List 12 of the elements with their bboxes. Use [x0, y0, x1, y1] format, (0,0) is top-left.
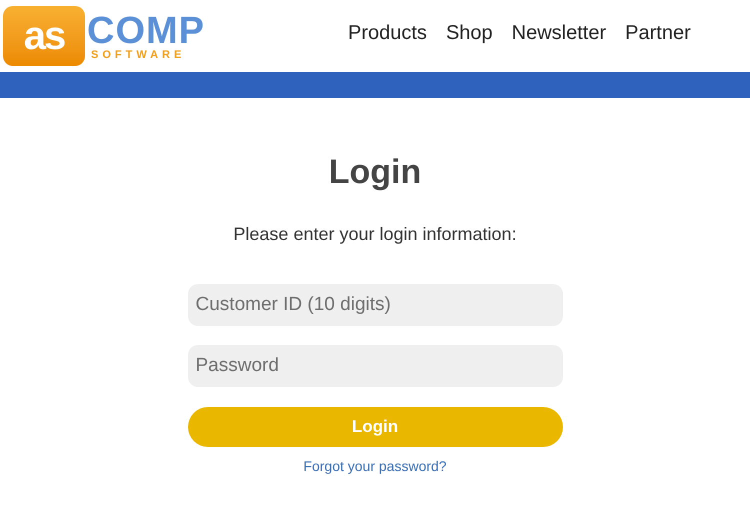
nav-link[interactable]: Products	[348, 18, 427, 48]
nav-link[interactable]: Shop	[446, 18, 493, 48]
input-field[interactable]: Customer ID (10 digits)	[188, 284, 562, 326]
prompt-text: Please enter your login information:	[233, 225, 517, 243]
logo-tagline: SOFTWARE	[91, 50, 186, 60]
input-field[interactable]: Password	[188, 345, 562, 387]
page-title: Login	[328, 155, 422, 189]
logo-name: COMP	[87, 12, 205, 50]
logo-mark: as	[3, 6, 85, 66]
nav-link[interactable]: Newsletter	[512, 18, 606, 48]
nav-link[interactable]: Partner	[625, 18, 691, 48]
forgot-password-link[interactable]: Forgot your password?	[303, 456, 447, 477]
